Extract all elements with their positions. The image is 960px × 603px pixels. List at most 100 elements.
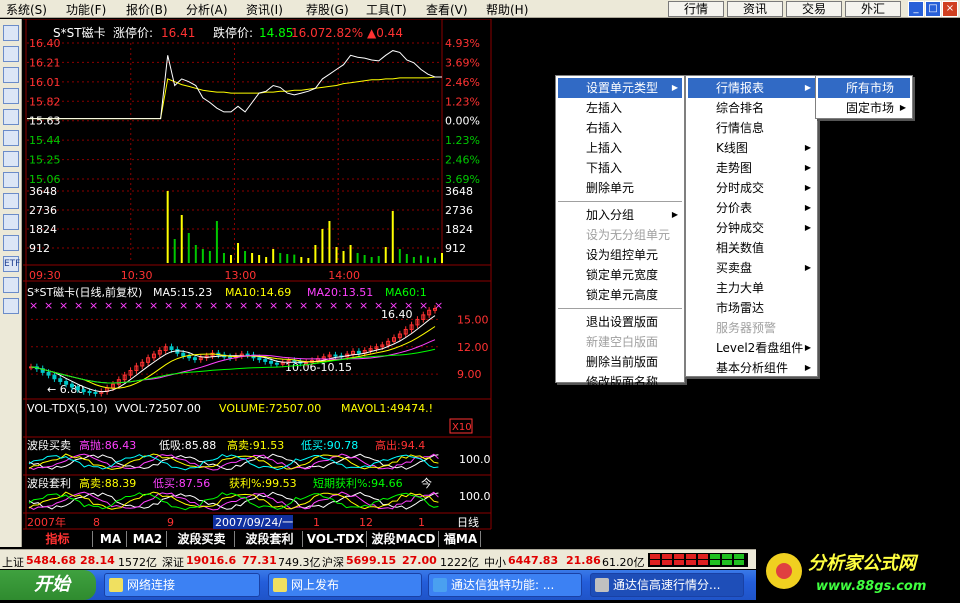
period-label[interactable]: 日线: [457, 515, 479, 529]
candle-body: [269, 360, 274, 364]
tool-icon[interactable]: [3, 277, 19, 293]
x10-label: X10: [452, 422, 472, 433]
table-icon[interactable]: [3, 130, 19, 146]
menu-item[interactable]: 行情信息: [688, 118, 815, 138]
funds-icon[interactable]: [3, 214, 19, 230]
price-tick: 15.82: [29, 95, 61, 108]
report-icon[interactable]: [3, 109, 19, 125]
menu-item[interactable]: 退出设置版面: [558, 312, 682, 332]
close-button[interactable]: ×: [942, 1, 958, 17]
percent-axis: 4.93%3.69%2.46%1.23%0.00%1.23%2.46%3.69%: [445, 37, 480, 186]
menu-item[interactable]: 修改版面名称: [558, 372, 682, 392]
menu-item[interactable]: 行情报表 ▶: [688, 78, 815, 98]
menu-item[interactable]: 右插入: [558, 118, 682, 138]
signal-marker: ×: [89, 299, 98, 312]
brand-logo: 分析家公式网 www.88gs.com: [766, 553, 926, 594]
volume-tick: 3648: [29, 185, 57, 198]
task-tdx[interactable]: 通达信高速行情分...: [590, 573, 744, 597]
menu-quote[interactable]: 报价(B): [126, 1, 168, 18]
percent-tick: 4.93%: [445, 37, 480, 50]
signal-marker: ×: [344, 299, 353, 312]
menu-item[interactable]: 锁定单元宽度: [558, 265, 682, 285]
hs-amount: 1222亿: [440, 556, 479, 569]
menu-tools[interactable]: 工具(T): [366, 1, 407, 18]
grid-icon[interactable]: [3, 46, 19, 62]
menu-item[interactable]: 分时成交 ▶: [688, 178, 815, 198]
menu-item[interactable]: 所有市场: [818, 78, 910, 98]
time-axis: 09:30 10:30 13:00 14:00: [29, 269, 360, 282]
tab-indicators[interactable]: 指标: [23, 531, 93, 547]
menu-item[interactable]: 综合排名: [688, 98, 815, 118]
task-browser[interactable]: 通达信独特功能: ...: [428, 573, 582, 597]
candle-body: [263, 359, 268, 362]
news-button[interactable]: 资讯: [727, 1, 783, 17]
menu-analysis[interactable]: 分析(A): [186, 1, 228, 18]
menu-view[interactable]: 查看(V): [426, 1, 468, 18]
breadth-bar: [698, 554, 708, 559]
tab-band-trade[interactable]: 波段买卖: [169, 531, 235, 547]
menu-item[interactable]: 走势图 ▶: [688, 158, 815, 178]
menu-item[interactable]: 加入分组 ▶: [558, 205, 682, 225]
candle-body: [274, 362, 279, 365]
trade-button[interactable]: 交易: [786, 1, 842, 17]
forex-button[interactable]: 外汇: [845, 1, 901, 17]
finance-icon[interactable]: [3, 151, 19, 167]
menu-item[interactable]: 删除单元: [558, 178, 682, 198]
menu-item[interactable]: 市场雷达: [688, 298, 815, 318]
menu-item[interactable]: 设置单元类型 ▶: [558, 78, 682, 98]
tab-band-arbitrage[interactable]: 波段套利: [237, 531, 303, 547]
limit-up-label: 涨停价:: [113, 25, 153, 40]
quote-button[interactable]: 行情: [668, 1, 724, 17]
signal-marker: ×: [194, 299, 203, 312]
menu-help[interactable]: 帮助(H): [486, 1, 528, 18]
menu-item[interactable]: 基本分析组件 ▶: [688, 358, 815, 378]
signal-marker: ×: [299, 299, 308, 312]
search-icon[interactable]: [3, 235, 19, 251]
menu-item[interactable]: 锁定单元高度: [558, 285, 682, 305]
menu-item[interactable]: K线图 ▶: [688, 138, 815, 158]
menu-item-label: 退出设置版面: [586, 315, 659, 329]
start-button[interactable]: 开始: [0, 570, 96, 600]
context-menu-quote-report: 所有市场 固定市场 ▶: [815, 75, 913, 119]
menu-info[interactable]: 资讯(I): [246, 1, 283, 18]
menu-item[interactable]: 上插入: [558, 138, 682, 158]
menu-item[interactable]: 分价表 ▶: [688, 198, 815, 218]
date-cursor: 2007/09/24/一: [215, 516, 293, 529]
menu-system[interactable]: 系统(S): [6, 1, 47, 18]
menu-function[interactable]: 功能(F): [66, 1, 106, 18]
menu-item[interactable]: 主力大单: [688, 278, 815, 298]
tab-fu-ma[interactable]: 福MA: [441, 531, 481, 547]
tab-ma2[interactable]: MA2: [129, 531, 167, 547]
breadth-bar: [662, 554, 672, 559]
menu-item[interactable]: 删除当前版面: [558, 352, 682, 372]
sh-amount: 1572亿: [118, 556, 157, 569]
hs-label: 沪深: [322, 556, 344, 569]
tab-ma[interactable]: MA: [95, 531, 127, 547]
etf-icon[interactable]: ETF: [3, 256, 20, 272]
kline-icon[interactable]: [3, 88, 19, 104]
trend-icon[interactable]: [3, 67, 19, 83]
price-tick: 15.25: [29, 154, 61, 167]
menu-item[interactable]: 设为组控单元: [558, 245, 682, 265]
menu-item[interactable]: 左插入: [558, 98, 682, 118]
formula-icon[interactable]: [3, 298, 19, 314]
menu-item[interactable]: 下插入: [558, 158, 682, 178]
menu-item[interactable]: Level2看盘组件 ▶: [688, 338, 815, 358]
people-icon[interactable]: [3, 193, 19, 209]
volume-tick-right: 912: [445, 242, 466, 255]
task-publish[interactable]: 网上发布: [268, 573, 422, 597]
quote-list-icon[interactable]: [3, 25, 19, 41]
restore-button[interactable]: □: [925, 1, 941, 17]
menu-item[interactable]: 买卖盘 ▶: [688, 258, 815, 278]
breadth-bar: [662, 560, 672, 565]
kline-price-tick: 12.00: [457, 341, 489, 354]
menu-recommend[interactable]: 荐股(G): [306, 1, 349, 18]
tab-band-macd[interactable]: 波段MACD: [369, 531, 439, 547]
menu-item[interactable]: 分钟成交 ▶: [688, 218, 815, 238]
task-network[interactable]: 网络连接: [104, 573, 260, 597]
menu-item[interactable]: 固定市场 ▶: [818, 98, 910, 118]
minimize-button[interactable]: _: [908, 1, 924, 17]
menu-item[interactable]: 相关数值: [688, 238, 815, 258]
tab-vol-tdx[interactable]: VOL-TDX: [305, 531, 367, 547]
info-icon[interactable]: [3, 172, 19, 188]
